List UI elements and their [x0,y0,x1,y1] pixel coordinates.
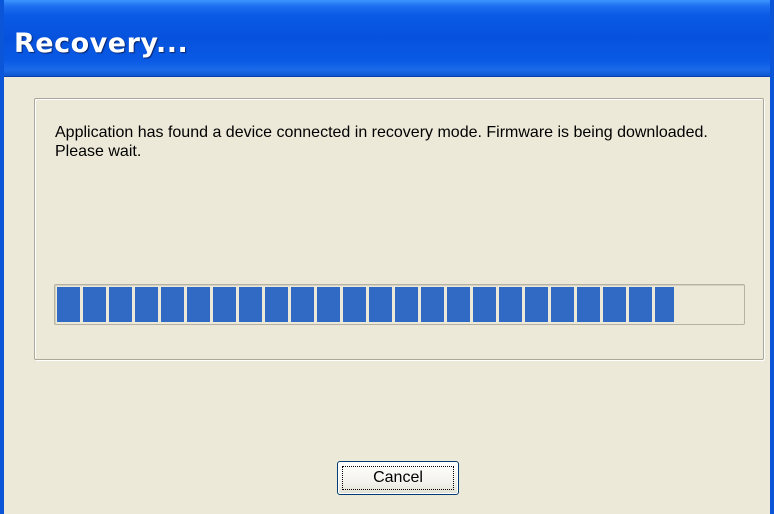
firmware-progress-bar [54,284,745,325]
title-bar[interactable]: Recovery... [4,0,770,77]
cancel-button[interactable]: Cancel [337,461,459,495]
progress-fill [57,287,674,322]
window-title: Recovery... [14,28,189,59]
recovery-dialog: Recovery... Application has found a devi… [0,0,774,514]
cancel-button-label: Cancel [342,466,454,490]
status-group: Application has found a device connected… [34,98,764,360]
progress-track [57,287,742,322]
status-message: Application has found a device connected… [55,124,708,160]
